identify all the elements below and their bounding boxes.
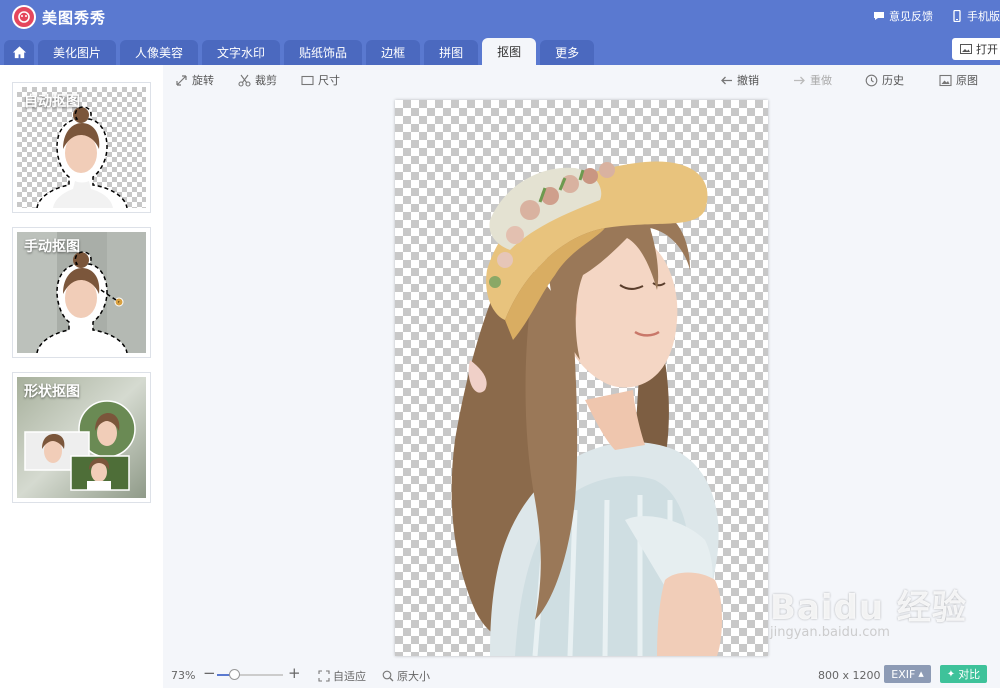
app-header: 美图秀秀 意见反馈 手机版 美化图片 人像美容 文字水印 贴纸饰品 边框 拼图 …: [0, 0, 1000, 65]
redo-button[interactable]: 重做: [793, 72, 832, 88]
manual-cutout-card[interactable]: 手动抠图: [12, 227, 151, 358]
tab-frames[interactable]: 边框: [366, 40, 421, 65]
arrow-left-icon: [721, 76, 732, 84]
auto-cutout-label: 自动抠图: [24, 94, 80, 110]
portrait-illustration: [451, 161, 722, 656]
caret-up-icon: ▲: [918, 670, 924, 678]
clock-icon: [865, 74, 878, 86]
zoom-slider[interactable]: [217, 669, 283, 680]
tab-portrait[interactable]: 人像美容: [120, 40, 199, 65]
undo-button[interactable]: 撤销: [720, 72, 759, 88]
tab-cutout[interactable]: 抠图: [482, 38, 537, 65]
shape-cutout-thumbnail: 形状抠图: [17, 377, 146, 498]
app-logo: [12, 5, 36, 29]
watermark-main: Baidu 经验: [770, 588, 967, 628]
shape-cutout-label: 形状抠图: [24, 384, 80, 400]
compare-icon: ✦: [946, 668, 956, 680]
undo-label: 撤销: [737, 74, 759, 87]
zoom-level: 73%: [171, 669, 196, 682]
tab-more[interactable]: 更多: [540, 40, 595, 65]
home-icon: [12, 46, 26, 59]
redo-label: 重做: [810, 74, 832, 87]
cutout-photo[interactable]: [395, 100, 768, 656]
zoom-slider-thumb[interactable]: [229, 669, 241, 680]
phone-icon: [953, 10, 961, 22]
editor-canvas[interactable]: [163, 93, 1000, 660]
feedback-label: 意见反馈: [889, 10, 933, 23]
scissors-icon: [238, 74, 251, 87]
exif-label: EXIF: [891, 667, 916, 681]
chat-bubble-icon: [874, 12, 884, 20]
actual-size-button[interactable]: 原大小: [382, 668, 430, 684]
picture-icon: [939, 74, 952, 86]
tab-text-watermark[interactable]: 文字水印: [202, 40, 281, 65]
image-dimensions: 800 x 1200: [818, 669, 881, 682]
size-button[interactable]: 尺寸: [301, 72, 340, 88]
mobile-label: 手机版: [967, 10, 1000, 23]
app-title: 美图秀秀: [42, 9, 107, 27]
auto-cutout-card[interactable]: 自动抠图: [12, 82, 151, 213]
resize-icon: [301, 75, 314, 85]
main-tabs: 美化图片 人像美容 文字水印 贴纸饰品 边框 拼图 抠图 更多: [0, 38, 595, 65]
fit-window-button[interactable]: 自适应: [318, 668, 366, 684]
history-button[interactable]: 历史: [865, 72, 904, 88]
size-label: 尺寸: [318, 74, 340, 87]
manual-cutout-label: 手动抠图: [24, 239, 80, 255]
status-bar: 73% − + 自适应 原大小 800 x 1200 EXIF ▲ ✦ 对比: [163, 660, 1000, 688]
arrow-right-icon: [794, 76, 805, 84]
fit-icon: [318, 670, 330, 682]
mobile-version-link[interactable]: 手机版: [951, 8, 1000, 24]
header-actions: 意见反馈 手机版: [873, 8, 1000, 24]
fit-label: 自适应: [333, 670, 366, 683]
zoom-out-button[interactable]: −: [203, 664, 216, 682]
crop-label: 裁剪: [255, 74, 277, 87]
tab-stickers[interactable]: 贴纸饰品: [284, 40, 363, 65]
tab-beautify[interactable]: 美化图片: [38, 40, 117, 65]
tab-home[interactable]: [4, 40, 34, 65]
history-label: 历史: [882, 74, 904, 87]
cutout-mode-panel: 自动抠图 手动抠图 形状抠图: [0, 65, 163, 688]
original-label: 原图: [956, 74, 978, 87]
editor-toolbar: 旋转 裁剪 尺寸 撤销 重做 历史 原图: [163, 65, 1000, 93]
manual-cutout-thumbnail: 手动抠图: [17, 232, 146, 353]
original-button[interactable]: 原图: [939, 72, 978, 88]
compare-button[interactable]: ✦ 对比: [940, 665, 987, 683]
zoom-in-button[interactable]: +: [288, 664, 301, 682]
actual-size-label: 原大小: [397, 670, 430, 683]
magnifier-icon: [382, 670, 394, 682]
logo-icon: [18, 11, 30, 23]
open-button[interactable]: 打开: [952, 38, 1000, 60]
crop-button[interactable]: 裁剪: [238, 72, 277, 88]
exif-button[interactable]: EXIF ▲: [884, 665, 931, 683]
shape-cutout-card[interactable]: 形状抠图: [12, 372, 151, 503]
baidu-watermark: Baidu 经验 jingyan.baidu.com: [770, 580, 967, 640]
rotate-icon: [176, 74, 187, 86]
rotate-label: 旋转: [192, 74, 214, 87]
rotate-button[interactable]: 旋转: [175, 72, 214, 88]
auto-cutout-thumbnail: 自动抠图: [17, 87, 146, 208]
open-label: 打开: [976, 43, 998, 56]
feedback-link[interactable]: 意见反馈: [873, 8, 933, 24]
tab-collage[interactable]: 拼图: [424, 40, 479, 65]
image-icon: [960, 44, 972, 54]
compare-label: 对比: [958, 668, 981, 681]
